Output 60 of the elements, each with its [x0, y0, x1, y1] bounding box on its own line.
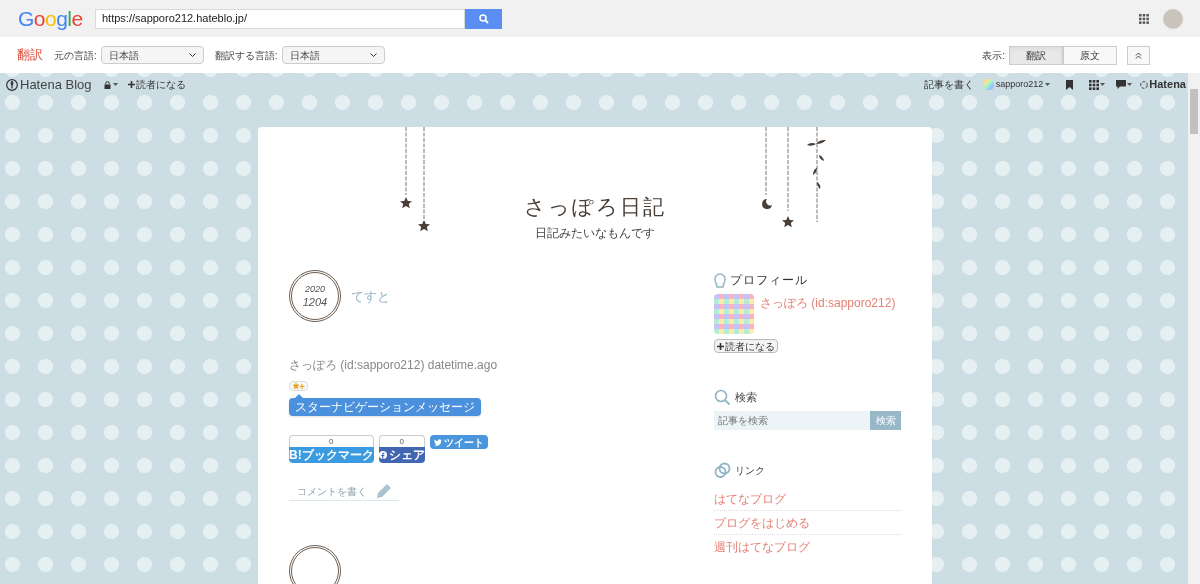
- view-toggle[interactable]: 翻訳: [1009, 45, 1063, 65]
- caret-icon: [1045, 83, 1051, 86]
- source-language-label: 元の言語:: [54, 48, 97, 63]
- date-year: 2020: [305, 283, 325, 296]
- search-input[interactable]: 記事を検索: [714, 411, 870, 430]
- translate-title: 翻訳: [17, 46, 43, 65]
- avatar[interactable]: [1163, 8, 1183, 29]
- hatena-blog-logo[interactable]: Hatena Blog: [20, 74, 92, 95]
- profile-heading: プロフィール: [730, 272, 808, 289]
- entry-byline: さっぽろ (id:sapporo212) datetime.ago: [289, 357, 498, 374]
- bookmark-icon[interactable]: [1066, 79, 1074, 90]
- add-star-button[interactable]: [289, 381, 308, 391]
- chevron-icon: [369, 53, 377, 57]
- user-avatar-icon: [982, 79, 994, 90]
- bird-icon: [433, 438, 442, 446]
- caret-icon: [1100, 83, 1106, 86]
- subscribe-link[interactable]: 読者になる: [127, 77, 186, 92]
- grid-icon[interactable]: [1089, 79, 1100, 90]
- hatena-brand-icon: [1140, 80, 1149, 89]
- user-menu[interactable]: sapporo212: [995, 77, 1044, 92]
- apps-grid-icon[interactable]: [1139, 13, 1149, 24]
- lightbulb-icon: [714, 271, 726, 289]
- search-icon: [714, 389, 731, 406]
- blog-description: 日記みたいなもんです: [535, 225, 655, 242]
- plus-icon: [127, 81, 135, 88]
- caret-icon: [112, 83, 118, 86]
- date-day: 1204: [302, 296, 328, 309]
- share-label: シェア: [388, 447, 425, 464]
- chevron-icon: [188, 53, 196, 57]
- blog-title[interactable]: さっぽろ日記: [524, 191, 666, 223]
- share-count: 0: [289, 435, 374, 447]
- comment-icon[interactable]: [1116, 80, 1127, 89]
- lock-icon[interactable]: [103, 80, 111, 89]
- pencil-icon: [375, 483, 392, 500]
- search-heading: 検索: [735, 390, 757, 406]
- facebook-icon: [378, 451, 387, 459]
- source-language-select[interactable]: 日本語: [100, 46, 204, 64]
- caret-icon: [1127, 83, 1133, 86]
- star-plus-icon: [292, 382, 305, 390]
- double-chevron-up-icon: [1135, 51, 1142, 59]
- plus-icon: [717, 342, 724, 350]
- subscribe-button[interactable]: 読者になる: [714, 339, 778, 353]
- write-post-link[interactable]: 記事を書く: [923, 77, 974, 92]
- search-button[interactable]: [465, 8, 502, 29]
- links-heading: リンク: [735, 464, 765, 478]
- target-language-label: 翻訳する言語:: [214, 48, 278, 63]
- hatena-logo-icon: [6, 78, 18, 91]
- url-field[interactable]: https://sapporo212.hateblo.jp/: [95, 8, 465, 29]
- share-label: B!ブックマーク: [289, 447, 374, 464]
- google-logo[interactable]: Google: [18, 2, 95, 35]
- search-icon: [478, 13, 489, 24]
- target-language-select[interactable]: 日本語: [281, 46, 385, 64]
- collapse-button[interactable]: [1127, 45, 1150, 65]
- star-tooltip: スターナビゲーションメッセージ: [289, 398, 481, 416]
- share-count: 0: [378, 435, 425, 447]
- view-label: 表示:: [982, 48, 1005, 63]
- scrollbar[interactable]: [1188, 73, 1200, 584]
- link-rings-icon: [714, 462, 731, 479]
- view-toggle[interactable]: 原文: [1063, 45, 1117, 65]
- hatena-brand-logo[interactable]: Hatena: [1149, 76, 1186, 93]
